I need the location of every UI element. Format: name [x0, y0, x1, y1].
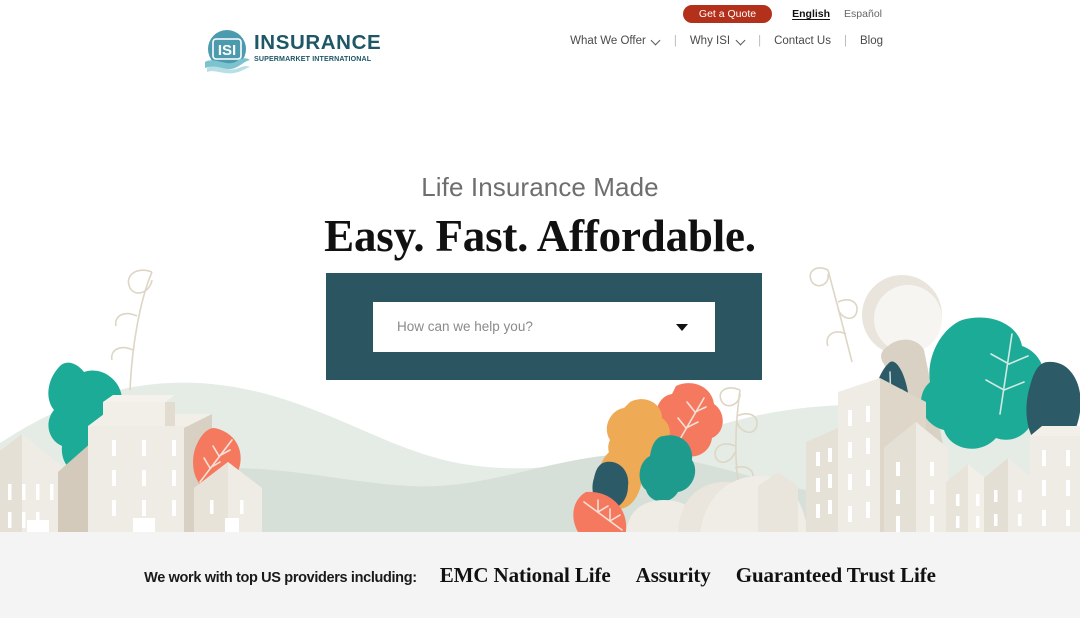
providers-label: We work with top US providers including: [144, 569, 417, 586]
providers-bar: We work with top US providers including:… [0, 532, 1080, 618]
header-utility-row: Get a Quote English Español [682, 5, 882, 23]
isi-logo-icon: ISI [205, 30, 250, 74]
page-root: ISI INSURANCE SUPERMARKET INTERNATIONAL … [0, 0, 1080, 618]
nav-item-what-we-offer[interactable]: What We Offer [570, 32, 661, 50]
hero-subtitle: Life Insurance Made [421, 172, 659, 202]
chevron-down-icon [652, 36, 661, 45]
nav-label-what-we-offer: What We Offer [570, 35, 646, 47]
nav-label-blog: Blog [859, 35, 883, 47]
provider-name-emc-national-life: EMC National Life [439, 562, 611, 587]
help-topic-placeholder: How can we help you? [397, 318, 533, 334]
logo-main-text: INSURANCE [254, 31, 382, 54]
nav-item-contact-us[interactable]: Contact Us [774, 32, 831, 50]
provider-name-assurity: Assurity [635, 562, 711, 587]
language-espanol[interactable]: Español [844, 8, 882, 20]
chevron-down-icon[interactable] [676, 323, 688, 331]
logo-sub-text: SUPERMARKET INTERNATIONAL [254, 55, 372, 63]
hero-title: Easy. Fast. Affordable. [324, 211, 756, 261]
site-header: ISI INSURANCE SUPERMARKET INTERNATIONAL … [0, 0, 1080, 96]
language-english[interactable]: English [792, 8, 830, 20]
logo-wordmark: INSURANCE SUPERMARKET INTERNATIONAL [254, 31, 382, 64]
hero-search-panel: How can we help you? [326, 273, 762, 380]
nav-separator: | [843, 35, 847, 47]
get-a-quote-button[interactable]: Get a Quote [682, 5, 773, 23]
providers-inner: We work with top US providers including:… [144, 563, 936, 588]
main-navigation: What We Offer | Why ISI | Contact Us | B… [570, 32, 883, 50]
nav-separator: | [758, 35, 762, 47]
nav-separator: | [673, 35, 677, 47]
help-topic-select[interactable]: How can we help you? [373, 301, 715, 352]
provider-name-guaranteed-trust-life: Guaranteed Trust Life [735, 562, 936, 587]
svg-text:ISI: ISI [218, 42, 236, 59]
nav-item-blog[interactable]: Blog [860, 32, 883, 50]
nav-item-why-isi[interactable]: Why ISI [690, 32, 745, 50]
language-switcher: English Español [792, 8, 882, 20]
chevron-down-icon [736, 36, 745, 45]
nav-label-why-isi: Why ISI [689, 35, 731, 47]
hero-text-block: Life Insurance Made Easy. Fast. Affordab… [0, 170, 1080, 263]
site-logo[interactable]: ISI INSURANCE SUPERMARKET INTERNATIONAL [203, 26, 382, 78]
nav-label-contact-us: Contact Us [774, 35, 831, 47]
